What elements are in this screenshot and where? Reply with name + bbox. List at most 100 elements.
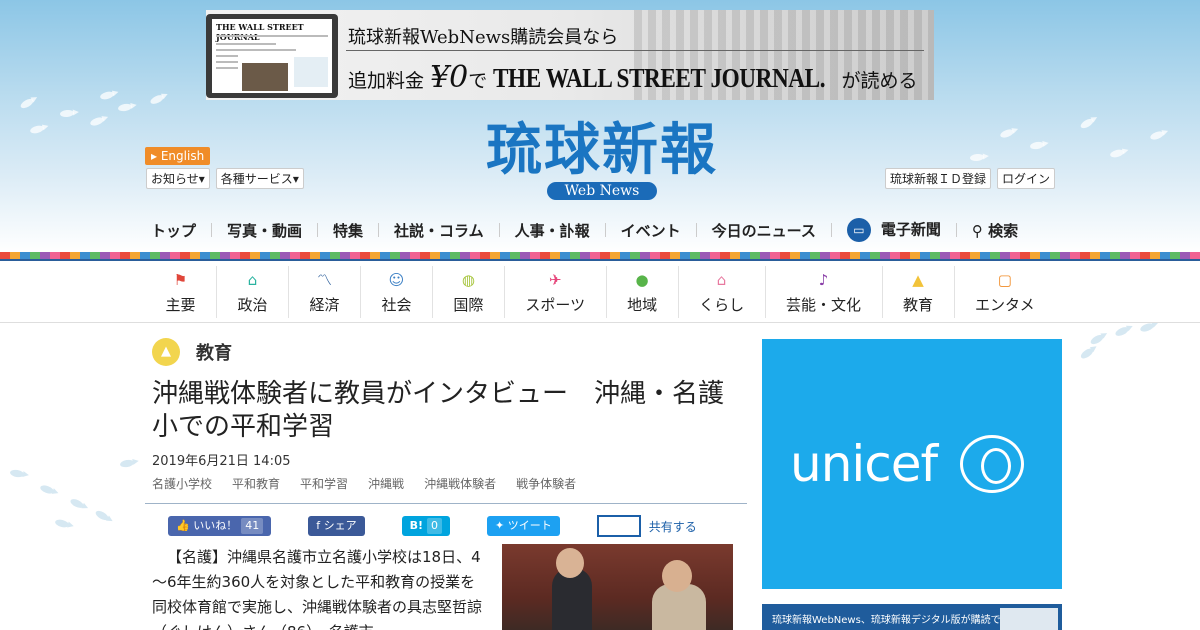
category-entertainment[interactable]: ▢ エンタメ [953,266,1056,318]
facebook-share-button[interactable]: f シェア [308,516,365,536]
epaper-icon: ▭ [846,218,871,242]
logo-badge: Web News [546,182,658,200]
fish-decoration [54,518,70,529]
chart-line-icon: 〽 [316,270,332,289]
fish-decoration [1149,129,1165,142]
ad-headline: 琉球新報WebNews購読会員なら [348,27,619,48]
category-lifestyle[interactable]: ⌂ くらし [677,266,765,318]
laptop-masthead: THE WALL STREET JOURNAL [216,22,304,42]
tweet-button[interactable]: ✦ ツイート [486,516,560,536]
globe-icon: ◍ [461,270,475,289]
notice-dropdown[interactable]: お知らせ▾ [146,168,210,189]
nav-events[interactable]: イベント [606,220,696,241]
people-icon: ☺ [388,270,405,289]
category-main[interactable]: ⚑ 主要 [145,266,216,318]
utility-menu-left: お知らせ▾ 各種サービス▾ [146,168,304,189]
fish-decoration [1079,116,1095,131]
nav-search[interactable]: ⚲ 検索 [957,220,1033,241]
tag-link[interactable]: 戦争体験者 [516,475,576,492]
nav-features[interactable]: 特集 [318,220,378,241]
laptop-image: THE WALL STREET JOURNAL [206,14,338,98]
category-society[interactable]: ☺ 社会 [359,266,432,318]
unicef-emblem-icon [960,435,1024,493]
tv-icon: ▢ [997,270,1012,289]
category-economy[interactable]: 〽 経済 [287,266,360,318]
unicef-logo-text: unicef [790,435,938,493]
fish-decoration [59,109,75,118]
sanshin-icon: ♪ [818,270,829,289]
wsj-banner-ad[interactable]: THE WALL STREET JOURNAL 琉球新報WebNews購読会員な… [206,10,934,100]
services-dropdown[interactable]: 各種サービス▾ [215,168,304,189]
share-all-button[interactable]: 共有する [596,515,697,537]
category-culture[interactable]: ♪ 芸能・文化 [764,266,882,318]
article-photo[interactable] [502,544,733,630]
category-sports[interactable]: ✈ スポーツ [503,266,606,318]
tag-link[interactable]: 名護小学校 [152,475,212,492]
login-button[interactable]: ログイン [996,168,1055,189]
webnews-subscription-ad[interactable]: 琉球新報WebNews、琉球新報デジタル版が購読できる [762,604,1062,630]
fish-decoration [149,93,165,106]
decorative-wave-band [0,252,1200,259]
fish-decoration [89,115,105,128]
caret-down-icon: ▾ [292,172,299,186]
fish-decoration [119,458,135,469]
fish-decoration [69,497,85,510]
logo-wordmark: 琉球新報 [486,117,718,183]
section-title[interactable]: 教育 [196,339,232,365]
graduation-cap-icon: ▲ [152,338,180,366]
unicef-ad[interactable]: unicef [762,339,1062,589]
nav-editorial[interactable]: 社説・コラム [379,220,499,241]
fish-decoration [99,90,115,101]
fish-decoration [19,96,35,111]
search-icon: ⚲ [971,221,983,240]
fish-decoration [1139,321,1155,334]
fish-decoration [999,127,1015,140]
nav-personnel[interactable]: 人事・訃報 [500,220,605,241]
category-international[interactable]: ◍ 国際 [431,266,504,318]
tag-link[interactable]: 平和教育 [232,475,280,492]
fish-decoration [1089,332,1105,347]
ad-subline: 追加料金 ¥0で THE WALL STREET JOURNAL. が読める [348,60,918,95]
nav-epaper[interactable]: ▭ 電子新聞 [832,218,956,242]
fish-decoration [1109,148,1125,159]
category-region[interactable]: ● 地域 [605,266,678,318]
runner-icon: ✈ [548,270,562,289]
category-education[interactable]: ▲ 教育 [881,266,954,318]
tag-link[interactable]: 沖縄戦体験者 [424,475,496,492]
article-date: 2019年6月21日 14:05 [152,454,291,469]
fish-decoration [1114,325,1130,338]
tag-link[interactable]: 平和学習 [300,475,348,492]
nav-top[interactable]: トップ [145,220,211,241]
fish-decoration [117,102,133,113]
english-link[interactable]: ▸ English [145,147,211,165]
twitter-icon: ✦ [494,519,505,532]
fish-decoration [969,153,985,162]
house-icon: ⌂ [716,270,727,289]
main-nav: トップ 写真・動画 特集 社説・コラム 人事・訃報 イベント 今日のニュース ▭… [145,218,1055,242]
site-logo[interactable]: 琉球新報 Web News [452,120,752,200]
graduation-cap-icon: ▲ [912,270,924,289]
fish-decoration [94,508,110,523]
envelope-icon [596,515,641,537]
category-nav: ⚑ 主要 ⌂ 政治 〽 経済 ☺ 社会 ◍ 国際 ✈ スポーツ ● 地域 ⌂ く… [145,266,1055,318]
fish-decoration [39,483,55,496]
hatena-bookmark-button[interactable]: B! 0 [401,516,450,536]
fish-decoration [29,124,45,135]
article-headline: 沖縄戦体験者に教員がインタビュー 沖縄・名護小での平和学習 [152,379,725,442]
register-button[interactable]: 琉球新報ＩＤ登録 [884,168,991,189]
fish-decoration [9,468,25,479]
caret-down-icon: ▾ [198,172,205,186]
tag-link[interactable]: 沖縄戦 [368,475,404,492]
facebook-icon: f [316,519,321,532]
nav-photo-video[interactable]: 写真・動画 [212,220,317,241]
facebook-like-button[interactable]: 👍 いいね！ 41 [168,516,272,536]
thumbs-up-icon: 👍 [176,519,190,532]
section-header: ▲ 教育 [152,338,232,366]
article-body: 【名護】沖縄県名護市立名護小学校は18日、4～6年生約360人を対象とした平和教… [152,548,483,630]
parliament-icon: ⌂ [247,270,258,289]
fish-decoration [1079,346,1095,361]
nav-todays-news[interactable]: 今日のニュース [697,220,831,241]
share-buttons: 👍 いいね！ 41 f シェア B! 0 ✦ ツイート 共有する [168,515,697,537]
utility-menu-right: 琉球新報ＩＤ登録 ログイン [884,168,1055,189]
category-politics[interactable]: ⌂ 政治 [215,266,288,318]
